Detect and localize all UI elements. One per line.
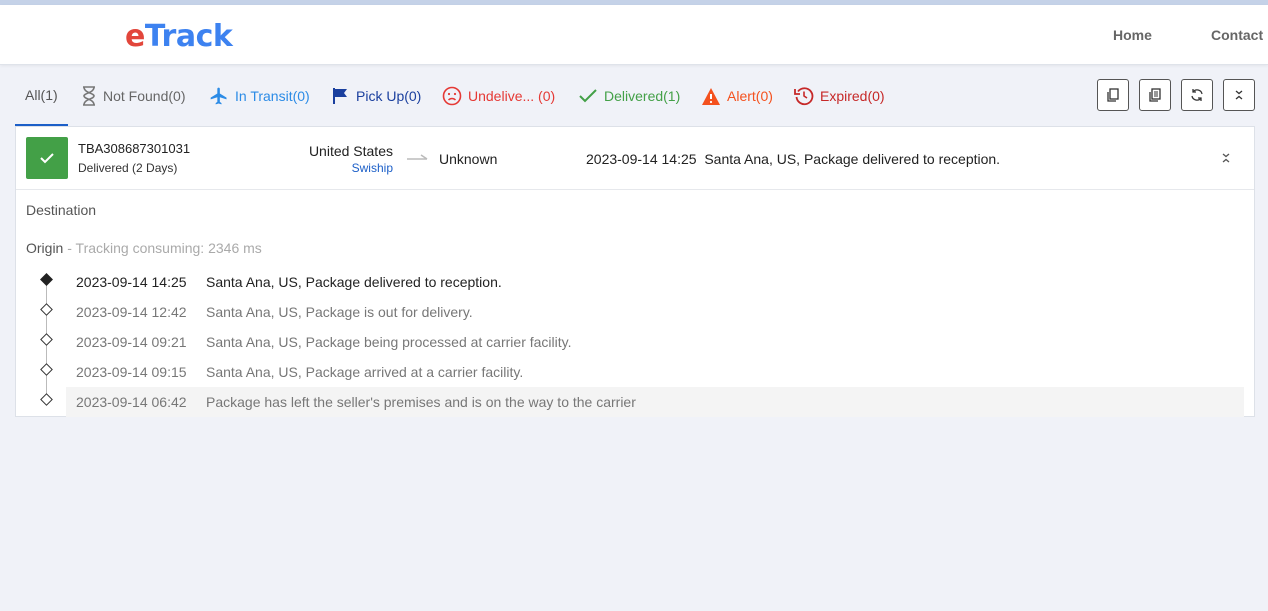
tab-expired-label: Expired(0) xyxy=(820,88,885,104)
origin-country: United States xyxy=(308,143,393,159)
copy-all-icon xyxy=(1149,88,1161,102)
event-desc: Package has left the seller's premises a… xyxy=(206,394,636,410)
logo-text: Track xyxy=(144,19,233,54)
flag-icon xyxy=(333,88,347,104)
carrier-link[interactable]: Swiship xyxy=(352,161,393,175)
tab-delivered[interactable]: Delivered(1) xyxy=(578,66,680,126)
tab-all[interactable]: All(1) xyxy=(15,66,68,126)
tab-alert-label: Alert(0) xyxy=(727,88,773,104)
event-desc: Santa Ana, US, Package being processed a… xyxy=(206,334,572,350)
tab-delivered-label: Delivered(1) xyxy=(604,88,681,104)
hourglass-icon xyxy=(83,86,95,106)
tab-undelivered[interactable]: Undelive... (0) xyxy=(442,66,555,126)
collapse-all-button[interactable] xyxy=(1223,79,1255,111)
event-desc: Santa Ana, US, Package arrived at a carr… xyxy=(206,364,524,380)
event-time: 2023-09-14 12:42 xyxy=(76,304,187,320)
copy-button[interactable] xyxy=(1097,79,1129,111)
delivered-status-badge xyxy=(26,137,68,179)
event-time: 2023-09-14 14:25 xyxy=(76,274,187,290)
copy-icon xyxy=(1107,88,1119,102)
timeline-event: 2023-09-14 14:25 Santa Ana, US, Package … xyxy=(66,267,1244,297)
timeline-dot xyxy=(40,333,53,346)
latest-event-time: 2023-09-14 14:25 xyxy=(586,151,697,167)
nav-home-link[interactable]: Home xyxy=(1113,27,1152,43)
tab-pick-up[interactable]: Pick Up(0) xyxy=(332,66,421,126)
collapse-all-icon xyxy=(1235,90,1243,100)
origin-label: Origin - Tracking consuming: 2346 ms xyxy=(26,240,262,256)
timeline-dot xyxy=(40,393,53,406)
timeline-dot xyxy=(40,303,53,316)
copy-all-button[interactable] xyxy=(1139,79,1171,111)
timeline-event: 2023-09-14 06:42 Package has left the se… xyxy=(66,387,1244,417)
tab-undelivered-label: Undelive... (0) xyxy=(468,88,556,104)
tab-in-transit[interactable]: In Transit(0) xyxy=(209,66,310,126)
tracking-consuming-text: - Tracking consuming: 2346 ms xyxy=(63,240,262,256)
shipment-card: TBA308687301031 Delivered (2 Days) Unite… xyxy=(15,126,1255,417)
destination-country: Unknown xyxy=(439,151,498,167)
tab-not-found[interactable]: Not Found(0) xyxy=(81,66,185,126)
timeline-dot xyxy=(40,273,53,286)
shipment-status: Delivered (2 Days) xyxy=(78,161,178,175)
destination-label: Destination xyxy=(26,202,97,218)
event-time: 2023-09-14 09:21 xyxy=(76,334,187,350)
tab-not-found-label: Not Found(0) xyxy=(103,88,186,104)
warning-icon xyxy=(702,87,720,105)
event-desc: Santa Ana, US, Package is out for delive… xyxy=(206,304,473,320)
tab-all-label: All(1) xyxy=(25,87,58,103)
tab-pick-up-label: Pick Up(0) xyxy=(356,88,422,104)
airplane-icon xyxy=(210,87,227,105)
route-arrow-icon xyxy=(407,154,428,160)
tracking-number: TBA308687301031 xyxy=(78,141,191,156)
check-icon xyxy=(40,153,54,164)
event-time: 2023-09-14 06:42 xyxy=(76,394,187,410)
check-icon xyxy=(579,89,597,103)
timeline-event: 2023-09-14 09:21 Santa Ana, US, Package … xyxy=(66,327,1244,357)
timeline-event: 2023-09-14 09:15 Santa Ana, US, Package … xyxy=(66,357,1244,387)
timeline-dot xyxy=(40,363,53,376)
latest-event: 2023-09-14 14:25 Santa Ana, US, Package … xyxy=(586,151,1000,167)
history-icon xyxy=(794,87,814,106)
refresh-icon xyxy=(1191,89,1203,101)
logo[interactable]: eTrack xyxy=(125,19,233,54)
event-time: 2023-09-14 09:15 xyxy=(76,364,187,380)
timeline-event: 2023-09-14 12:42 Santa Ana, US, Package … xyxy=(66,297,1244,327)
tab-in-transit-label: In Transit(0) xyxy=(235,88,310,104)
refresh-button[interactable] xyxy=(1181,79,1213,111)
sad-face-icon xyxy=(442,86,462,106)
nav-contact-link[interactable]: Contact xyxy=(1211,27,1263,43)
origin-label-text: Origin xyxy=(26,240,64,256)
tab-expired[interactable]: Expired(0) xyxy=(794,66,885,126)
header: eTrack Home Contact xyxy=(0,5,1268,65)
tab-alert[interactable]: Alert(0) xyxy=(701,66,773,126)
event-desc: Santa Ana, US, Package delivered to rece… xyxy=(206,274,502,290)
collapse-icon[interactable] xyxy=(1220,151,1232,165)
shipment-summary-row[interactable]: TBA308687301031 Delivered (2 Days) Unite… xyxy=(16,127,1254,190)
logo-e: e xyxy=(125,19,145,54)
latest-event-desc: Santa Ana, US, Package delivered to rece… xyxy=(704,151,1001,167)
